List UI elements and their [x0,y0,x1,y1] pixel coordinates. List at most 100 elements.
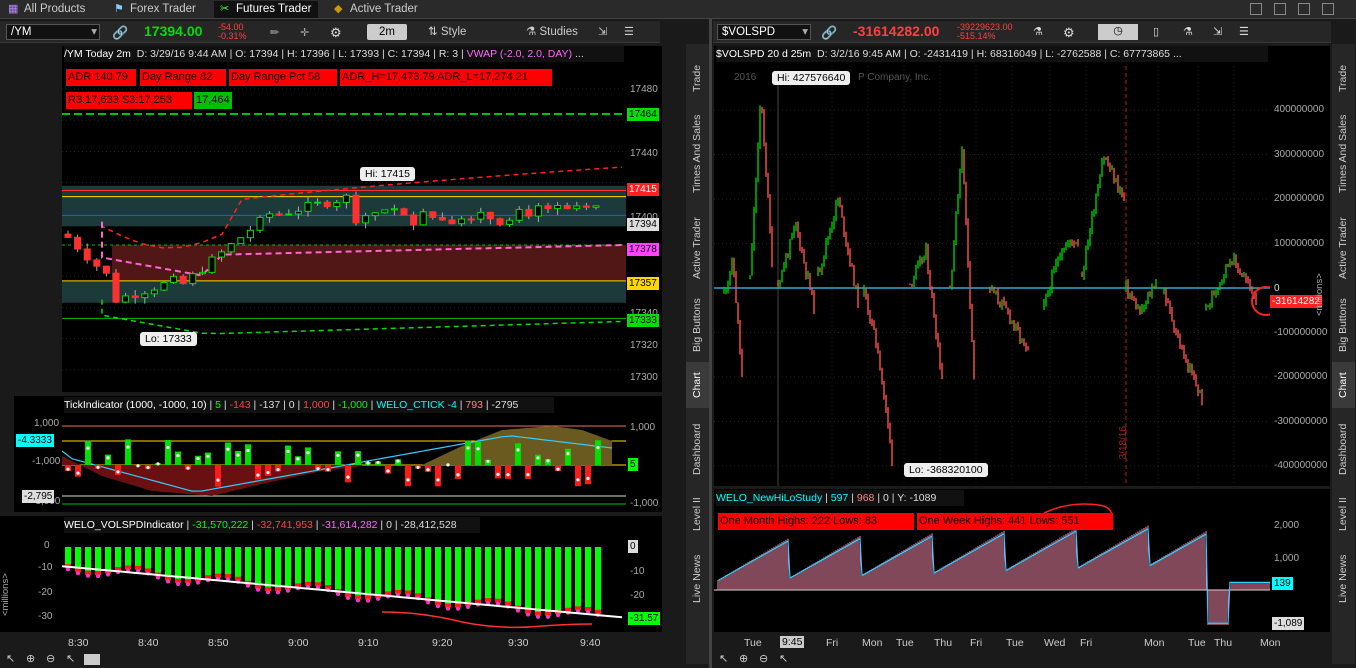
zoom-out-icon[interactable]: ⊖ [759,652,768,665]
share-icon[interactable]: ⇲ [598,25,607,38]
tick-bar [435,465,441,487]
vol-dot [86,573,90,578]
flask-icon[interactable]: ⚗ [1183,25,1193,38]
tick-right-axis: 1,000 -1,000 5 [626,396,662,512]
gear-icon[interactable]: ⚙ [330,25,342,41]
drawing-tools-icon[interactable]: ✏ [270,26,279,39]
vol-bar [595,547,601,612]
style-button[interactable]: ⇅ Style [428,24,466,40]
pan-icon[interactable]: ↖ [66,652,75,665]
flask-icon[interactable]: ⚗ [1033,25,1043,38]
volspd-info: WELO_VOLSPDIndicator | -31,570,222 | -32… [64,517,480,533]
right-volspd-pane[interactable]: $VOLSPD 20 d 25m D: 3/2/16 9:45 AM | O: … [714,46,1270,486]
sidebar-item-dashboard[interactable]: Dashboard [1332,414,1355,484]
left-volspd-pane[interactable]: WELO_VOLSPDIndicator | -31,570,222 | -32… [62,516,626,632]
zoom-out-icon[interactable]: ⊖ [46,652,55,665]
tick-dot [366,461,370,465]
tag-17357: 17357 [627,277,659,290]
pan-icon[interactable]: ↖ [779,652,788,665]
tick-bar [165,439,171,465]
vol-bar [265,547,271,590]
volspd-left-axis: 0 -10 -20 -30 [14,516,62,632]
sidebar-item-trade[interactable]: Trade [686,52,709,104]
sidebar-item-live-news[interactable]: Live News [1332,544,1355,614]
candle [218,251,226,258]
sidebar-item-level-ii[interactable]: Level II [1332,490,1355,538]
tick-bar [455,465,461,479]
cursor-icon[interactable]: ↖ [719,652,728,665]
tick-dot [66,467,70,471]
tab-active-trader[interactable]: ◆ Active Trader [328,1,426,18]
cursor-icon[interactable]: ↖ [6,652,15,665]
tab-all-products[interactable]: ▦ All Products [2,1,100,18]
tile-icon[interactable] [1298,3,1310,15]
sidebar-item-level-ii[interactable]: Level II [686,490,709,538]
vol-bar [475,547,481,602]
tick-dot [86,446,90,450]
sidebar-item-times-and-sales[interactable]: Times And Sales [686,104,709,204]
sidebar-item-chart[interactable]: Chart [686,362,709,408]
tick-bar [495,465,501,479]
tick-dot [566,452,570,456]
sidebar-item-active-trader[interactable]: Active Trader [1332,204,1355,292]
sidebar-item-active-trader[interactable]: Active Trader [686,204,709,292]
vol-bar [535,547,541,614]
sidebar-item-chart[interactable]: Chart [1332,362,1355,408]
tag-vol-last: -31.57 [628,612,661,625]
symbol-selector[interactable]: $VOLSPD ▾ [717,24,811,40]
left-tick-pane[interactable]: TickIndicator (1000, -1000, 10) | 5 | -1… [62,396,626,512]
candle [198,271,206,275]
candle [515,208,523,221]
maximize-icon[interactable] [1274,3,1286,15]
newhilo-pane[interactable]: WELO_NewHiLoStudy | 597 | 968 | 0 | Y: -… [714,489,1270,632]
share-icon[interactable]: ⇲ [1213,25,1222,38]
tick-dot [186,466,190,470]
sidebar-item-trade[interactable]: Trade [1332,52,1355,104]
tick-bar [565,448,571,465]
symbol-selector[interactable]: /YM ▾ [6,24,100,40]
tick-dot [526,473,530,477]
vol-dot [556,613,560,618]
link-icon[interactable]: 🔗 [112,25,128,41]
y-tick: 1,000 [630,422,656,433]
menu-icon[interactable]: ☰ [1239,25,1249,38]
vol-dot [366,598,370,603]
app-root: ▦ All Products ⚑ Forex Trader ✂ Futures Tra… [0,0,1356,668]
vol-bar [485,547,491,601]
crosshair-icon[interactable]: ✛ [300,26,309,39]
link-icon[interactable]: 🔗 [821,25,837,41]
timeframe-button[interactable]: 2m [367,24,407,40]
right-footer: ↖ ⊕ ⊖ ↖ [713,652,1331,666]
vol-dot [166,579,170,584]
tab-forex-trader[interactable]: ⚑ Forex Trader [108,1,206,18]
sidebar-item-big-buttons[interactable]: Big Buttons [686,292,709,358]
sidebar-item-times-and-sales[interactable]: Times And Sales [1332,104,1355,204]
sidebar-item-live-news[interactable]: Live News [686,544,709,614]
tick-dot [586,476,590,481]
expand-icon[interactable] [84,654,100,665]
candle [390,208,398,211]
tick-dot [216,478,220,482]
vol-bar [385,547,391,594]
vol-bar [245,547,251,583]
zoom-in-icon[interactable]: ⊕ [26,652,35,665]
studies-button[interactable]: ⚗ Studies [526,24,578,40]
tick-bar [285,445,291,465]
vol-bar [155,547,161,575]
clock-icon[interactable]: ◷ [1098,24,1138,40]
tab-futures-trader[interactable]: ✂ Futures Trader [214,1,318,18]
left-price-pane[interactable]: /YM Today 2m D: 3/29/16 9:44 AM | O: 173… [62,46,626,392]
candles-icon[interactable]: ▯ [1153,25,1159,38]
sidebar-item-dashboard[interactable]: Dashboard [686,414,709,484]
grid-layout-icon[interactable] [1322,3,1334,15]
candle [342,194,350,203]
restore-icon[interactable] [1250,3,1262,15]
menu-icon[interactable]: ☰ [624,25,634,38]
vol-dot [346,596,350,601]
tick-bar [245,444,251,465]
gear-icon[interactable]: ⚙ [1063,25,1075,41]
splitter[interactable] [709,19,712,668]
sidebar-item-big-buttons[interactable]: Big Buttons [1332,292,1355,358]
tick-dot [276,467,280,472]
zoom-in-icon[interactable]: ⊕ [739,652,748,665]
